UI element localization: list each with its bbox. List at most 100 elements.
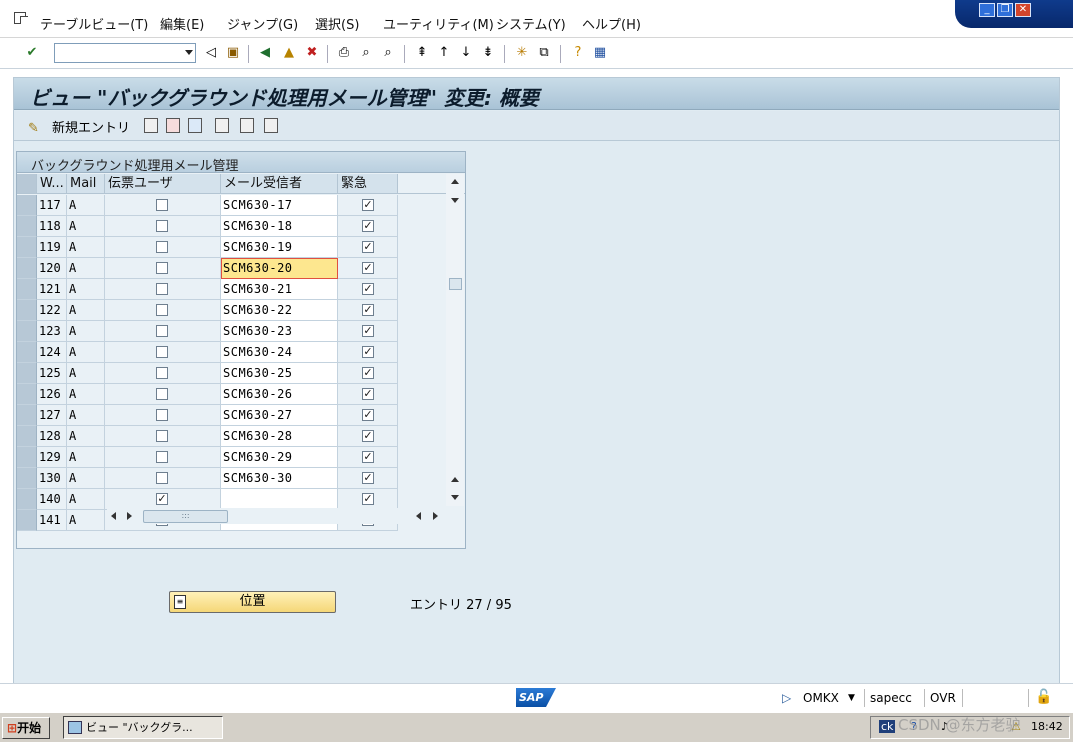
column-header-user[interactable]: 伝票ユーザ — [105, 174, 221, 194]
scroll-left-icon[interactable] — [416, 512, 421, 520]
scroll-right-icon[interactable] — [433, 512, 438, 520]
recipient-field[interactable]: SCM630-27 — [221, 405, 338, 426]
back-icon[interactable]: ◀ — [257, 45, 273, 61]
copy-as-icon[interactable] — [144, 118, 158, 133]
urgent-checkbox[interactable]: ✓ — [362, 430, 374, 442]
user-checkbox[interactable] — [156, 388, 168, 400]
select-all-rows-button[interactable] — [17, 174, 37, 194]
urgent-checkbox[interactable]: ✓ — [362, 199, 374, 211]
exit-icon[interactable]: ▲ — [281, 45, 297, 61]
help-icon[interactable]: ? — [570, 45, 586, 61]
menu-edit[interactable]: 編集(E) — [160, 14, 204, 33]
position-button[interactable]: ≡ 位置 — [169, 591, 336, 613]
row-selector[interactable] — [17, 300, 37, 321]
last-page-icon[interactable]: ⇟ — [480, 45, 496, 61]
urgent-checkbox[interactable]: ✓ — [362, 304, 374, 316]
horizontal-scrollbar[interactable]: ::: — [107, 508, 447, 524]
user-checkbox[interactable] — [156, 241, 168, 253]
menu-help[interactable]: ヘルプ(H) — [582, 14, 641, 33]
scroll-down-icon[interactable] — [451, 198, 459, 203]
user-checkbox[interactable] — [156, 367, 168, 379]
user-checkbox[interactable] — [156, 220, 168, 232]
save-icon[interactable]: ▣ — [225, 45, 241, 61]
scroll-left-icon[interactable] — [111, 512, 116, 520]
next-page-icon[interactable]: ↓ — [458, 45, 474, 61]
cancel-icon[interactable]: ✖ — [304, 45, 320, 61]
row-selector[interactable] — [17, 195, 37, 216]
row-selector[interactable] — [17, 405, 37, 426]
create-session-icon[interactable]: ✳ — [514, 45, 530, 61]
recipient-field[interactable]: SCM630-29 — [221, 447, 338, 468]
recipient-field[interactable]: SCM630-23 — [221, 321, 338, 342]
scroll-right-icon[interactable] — [127, 512, 132, 520]
status-toggle-icon[interactable]: ▷ — [782, 691, 791, 705]
chevron-down-icon[interactable] — [185, 50, 193, 55]
user-checkbox[interactable] — [156, 451, 168, 463]
urgent-checkbox[interactable]: ✓ — [362, 388, 374, 400]
chevron-down-icon[interactable]: ▼ — [848, 693, 855, 703]
recipient-field[interactable]: SCM630-30 — [221, 468, 338, 489]
row-selector[interactable] — [17, 510, 37, 531]
urgent-checkbox[interactable]: ✓ — [362, 346, 374, 358]
horizontal-scroll-thumb[interactable]: ::: — [143, 510, 228, 523]
enter-icon[interactable]: ✔ — [24, 45, 40, 61]
row-selector[interactable] — [17, 279, 37, 300]
row-selector[interactable] — [17, 426, 37, 447]
row-selector[interactable] — [17, 237, 37, 258]
menu-selection[interactable]: 選択(S) — [315, 14, 359, 33]
start-button[interactable]: ⊞开始 — [2, 717, 50, 739]
scroll-down-icon[interactable] — [451, 495, 459, 500]
row-selector[interactable] — [17, 468, 37, 489]
urgent-checkbox[interactable]: ✓ — [362, 241, 374, 253]
restore-button[interactable]: ❐ — [997, 3, 1013, 17]
menu-table-view[interactable]: テーブルビュー(T) — [40, 14, 148, 33]
close-button[interactable]: ✕ — [1015, 3, 1031, 17]
vertical-scroll-thumb[interactable] — [449, 278, 462, 290]
column-header-urgent[interactable]: 緊急 — [338, 174, 398, 194]
urgent-checkbox[interactable]: ✓ — [362, 262, 374, 274]
find-next-icon[interactable]: ⌕ — [380, 45, 396, 61]
taskbar-window-button[interactable]: ビュー "バックグラ... — [63, 716, 223, 739]
recipient-field[interactable] — [221, 489, 338, 510]
urgent-checkbox[interactable]: ✓ — [362, 409, 374, 421]
recipient-field[interactable]: SCM630-19 — [221, 237, 338, 258]
recipient-field[interactable]: SCM630-25 — [221, 363, 338, 384]
row-selector[interactable] — [17, 447, 37, 468]
recipient-field[interactable]: SCM630-17 — [221, 195, 338, 216]
row-selector[interactable] — [17, 216, 37, 237]
new-entries-button[interactable]: ✎ 新規エントリ — [28, 117, 130, 136]
system-menu-icon[interactable] — [14, 12, 28, 24]
user-checkbox[interactable] — [156, 430, 168, 442]
delete-icon[interactable] — [166, 118, 180, 133]
lock-icon[interactable]: 🔓 — [1035, 689, 1052, 705]
recipient-field[interactable]: SCM630-20 — [221, 258, 338, 279]
recipient-field[interactable]: SCM630-21 — [221, 279, 338, 300]
urgent-checkbox[interactable]: ✓ — [362, 220, 374, 232]
row-selector[interactable] — [17, 342, 37, 363]
scroll-up-icon[interactable] — [451, 477, 459, 482]
user-checkbox[interactable] — [156, 304, 168, 316]
column-header-recipient[interactable]: メール受信者 — [221, 174, 338, 194]
user-checkbox[interactable]: ✓ — [156, 493, 168, 505]
undo-change-icon[interactable] — [188, 118, 202, 133]
user-checkbox[interactable] — [156, 409, 168, 421]
deselect-all-icon[interactable] — [264, 118, 278, 133]
urgent-checkbox[interactable]: ✓ — [362, 283, 374, 295]
user-checkbox[interactable] — [156, 346, 168, 358]
arrow-left-icon[interactable]: ◁ — [203, 45, 219, 61]
select-all-icon[interactable] — [215, 118, 229, 133]
menu-system[interactable]: システム(Y) — [496, 14, 566, 33]
shortcut-icon[interactable]: ⧉ — [536, 45, 552, 61]
row-selector[interactable] — [17, 489, 37, 510]
command-field[interactable] — [54, 43, 196, 63]
user-checkbox[interactable] — [156, 325, 168, 337]
user-checkbox[interactable] — [156, 283, 168, 295]
recipient-field[interactable]: SCM630-28 — [221, 426, 338, 447]
scroll-up-icon[interactable] — [451, 179, 459, 184]
user-checkbox[interactable] — [156, 262, 168, 274]
select-block-icon[interactable] — [240, 118, 254, 133]
recipient-field[interactable]: SCM630-18 — [221, 216, 338, 237]
recipient-field[interactable]: SCM630-26 — [221, 384, 338, 405]
row-selector[interactable] — [17, 363, 37, 384]
urgent-checkbox[interactable]: ✓ — [362, 493, 374, 505]
